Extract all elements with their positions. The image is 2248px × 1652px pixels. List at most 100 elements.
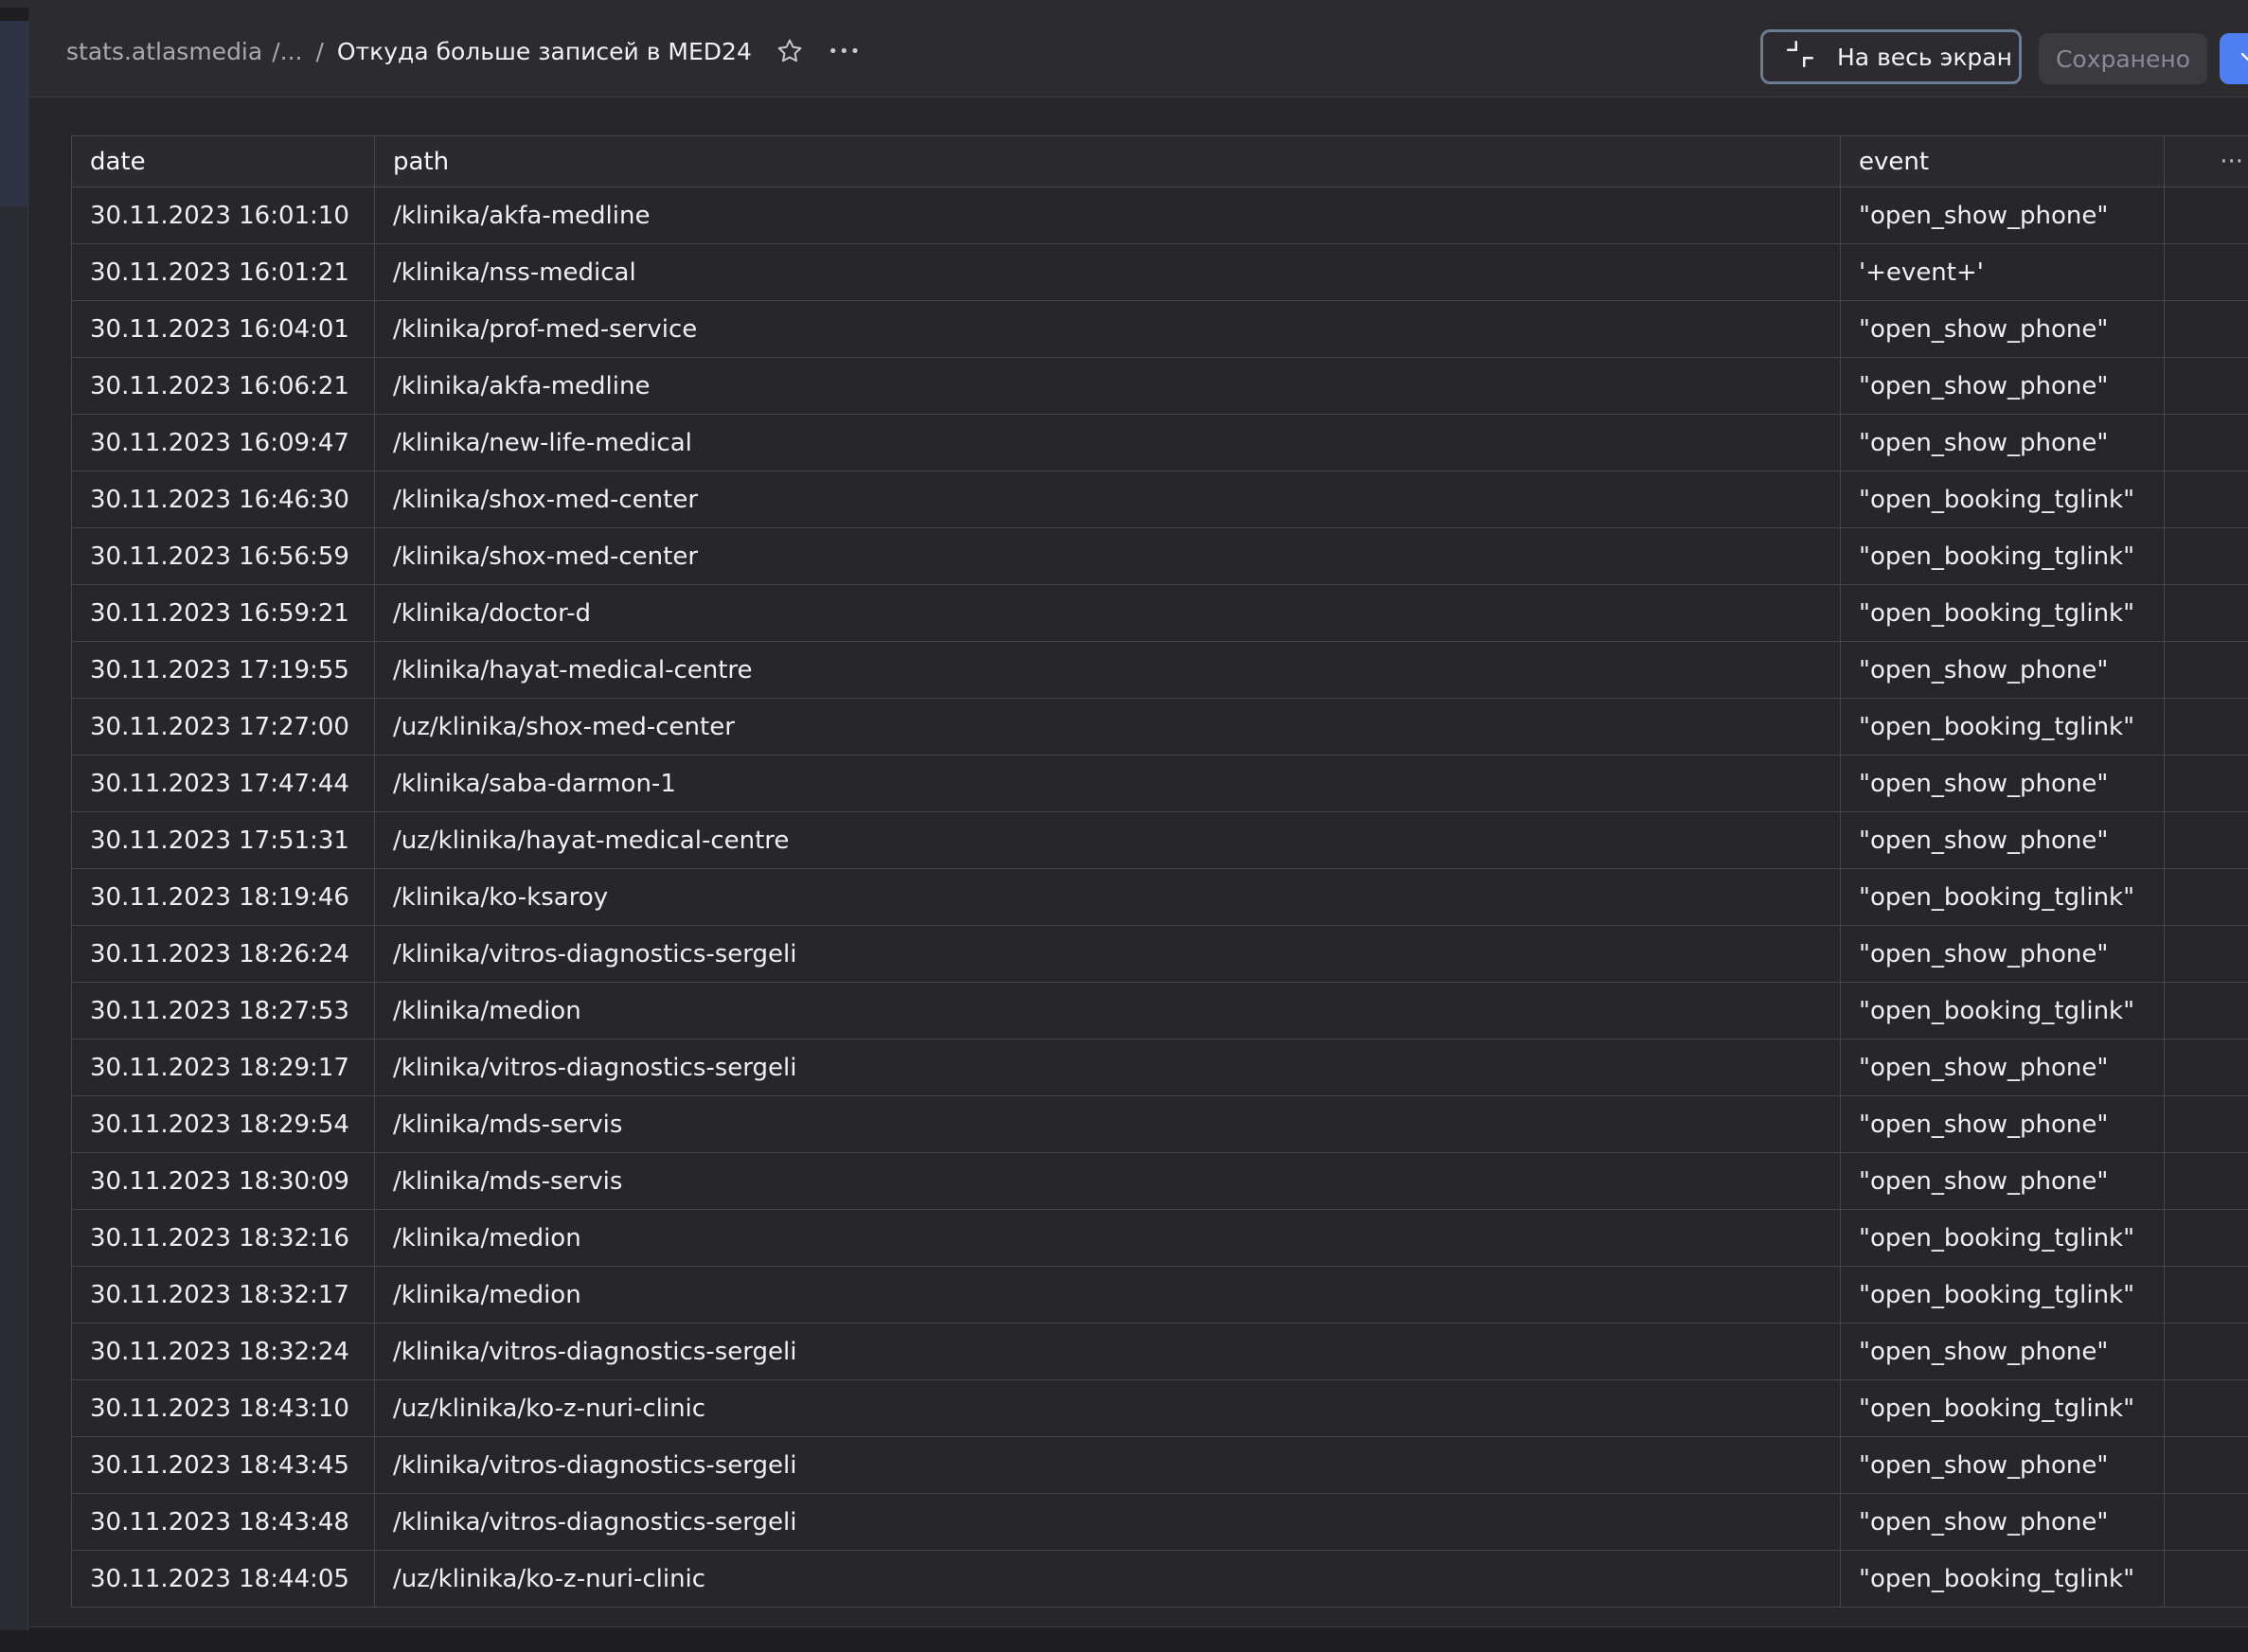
cell-path: /uz/klinika/ko-z-nuri-clinic: [375, 1380, 1841, 1437]
cell-date: 30.11.2023 18:29:17: [72, 1039, 375, 1096]
cell-empty: [2165, 1039, 2248, 1096]
star-icon[interactable]: [773, 34, 807, 68]
cell-event: "open_booking_tglink": [1841, 528, 2165, 585]
table-row[interactable]: 30.11.2023 16:04:01/klinika/prof-med-ser…: [72, 301, 2248, 358]
cell-date: 30.11.2023 18:32:16: [72, 1210, 375, 1267]
cell-event: "open_show_phone": [1841, 1494, 2165, 1551]
page-title: Откуда больше записей в MED24: [337, 38, 752, 65]
cell-path: /klinika/shox-med-center: [375, 471, 1841, 528]
cell-path: /klinika/medion: [375, 1267, 1841, 1323]
cell-path: /uz/klinika/ko-z-nuri-clinic: [375, 1551, 1841, 1608]
save-options-button[interactable]: [2220, 33, 2248, 84]
breadcrumb-root[interactable]: stats.atlasmedia: [66, 38, 262, 65]
cell-date: 30.11.2023 18:43:48: [72, 1494, 375, 1551]
cell-empty: [2165, 699, 2248, 755]
cell-path: /klinika/ko-ksaroy: [375, 869, 1841, 926]
cell-date: 30.11.2023 16:56:59: [72, 528, 375, 585]
column-header-path[interactable]: path: [375, 136, 1841, 187]
data-table: date path event ··· 30.11.2023 16:01:10/…: [71, 135, 2248, 1608]
cell-event: "open_booking_tglink": [1841, 1551, 2165, 1608]
cell-date: 30.11.2023 16:01:10: [72, 187, 375, 244]
cell-empty: [2165, 926, 2248, 983]
breadcrumb-ellipsis[interactable]: /...: [272, 38, 302, 65]
cell-path: /klinika/vitros-diagnostics-sergeli: [375, 926, 1841, 983]
cell-empty: [2165, 1210, 2248, 1267]
table-row[interactable]: 30.11.2023 18:26:24/klinika/vitros-diagn…: [72, 926, 2248, 983]
column-header-date[interactable]: date: [72, 136, 375, 187]
fullscreen-button[interactable]: На весь экран: [1760, 29, 2022, 84]
minimize-icon: [1784, 38, 1816, 76]
table-row[interactable]: 30.11.2023 18:29:17/klinika/vitros-diagn…: [72, 1039, 2248, 1096]
table-header-row: date path event ···: [72, 136, 2248, 187]
cell-date: 30.11.2023 17:47:44: [72, 755, 375, 812]
cell-event: "open_show_phone": [1841, 301, 2165, 358]
table-row[interactable]: 30.11.2023 16:09:47/klinika/new-life-med…: [72, 415, 2248, 471]
cell-path: /klinika/mds-servis: [375, 1096, 1841, 1153]
column-header-event[interactable]: event: [1841, 136, 2165, 187]
breadcrumb: stats.atlasmedia /... / Откуда больше за…: [66, 34, 862, 68]
cell-path: /klinika/vitros-diagnostics-sergeli: [375, 1494, 1841, 1551]
cell-date: 30.11.2023 18:30:09: [72, 1153, 375, 1210]
table-row[interactable]: 30.11.2023 18:32:16/klinika/medion"open_…: [72, 1210, 2248, 1267]
table-row[interactable]: 30.11.2023 16:01:21/klinika/nss-medical'…: [72, 244, 2248, 301]
table-row[interactable]: 30.11.2023 17:51:31/uz/klinika/hayat-med…: [72, 812, 2248, 869]
table-row[interactable]: 30.11.2023 16:59:21/klinika/doctor-d"ope…: [72, 585, 2248, 642]
cell-empty: [2165, 187, 2248, 244]
table-row[interactable]: 30.11.2023 18:43:10/uz/klinika/ko-z-nuri…: [72, 1380, 2248, 1437]
table-row[interactable]: 30.11.2023 16:01:10/klinika/akfa-medline…: [72, 187, 2248, 244]
cell-path: /klinika/new-life-medical: [375, 415, 1841, 471]
table-row[interactable]: 30.11.2023 18:32:24/klinika/vitros-diagn…: [72, 1323, 2248, 1380]
cell-date: 30.11.2023 18:43:10: [72, 1380, 375, 1437]
cell-empty: [2165, 1153, 2248, 1210]
more-icon[interactable]: •••: [828, 34, 862, 68]
cell-event: "open_booking_tglink": [1841, 585, 2165, 642]
table-row[interactable]: 30.11.2023 18:44:05/uz/klinika/ko-z-nuri…: [72, 1551, 2248, 1608]
saved-button[interactable]: Сохранено: [2039, 33, 2207, 84]
chevron-down-icon: [2237, 45, 2248, 72]
cell-path: /klinika/akfa-medline: [375, 358, 1841, 415]
cell-event: "open_show_phone": [1841, 642, 2165, 699]
table-row[interactable]: 30.11.2023 17:19:55/klinika/hayat-medica…: [72, 642, 2248, 699]
table-row[interactable]: 30.11.2023 16:06:21/klinika/akfa-medline…: [72, 358, 2248, 415]
cell-path: /klinika/hayat-medical-centre: [375, 642, 1841, 699]
bottom-edge: [28, 1626, 2248, 1652]
cell-event: "open_show_phone": [1841, 812, 2165, 869]
table-row[interactable]: 30.11.2023 18:32:17/klinika/medion"open_…: [72, 1267, 2248, 1323]
table-row[interactable]: 30.11.2023 17:27:00/uz/klinika/shox-med-…: [72, 699, 2248, 755]
cell-empty: [2165, 1494, 2248, 1551]
cell-empty: [2165, 528, 2248, 585]
table-row[interactable]: 30.11.2023 18:43:45/klinika/vitros-diagn…: [72, 1437, 2248, 1494]
cell-path: /klinika/vitros-diagnostics-sergeli: [375, 1437, 1841, 1494]
cell-event: "open_show_phone": [1841, 1323, 2165, 1380]
cell-empty: [2165, 983, 2248, 1039]
cell-date: 30.11.2023 16:04:01: [72, 301, 375, 358]
cell-event: "open_booking_tglink": [1841, 1210, 2165, 1267]
cell-empty: [2165, 244, 2248, 301]
cell-empty: [2165, 301, 2248, 358]
table-more-icon[interactable]: ···: [2165, 136, 2248, 187]
cell-date: 30.11.2023 18:26:24: [72, 926, 375, 983]
cell-empty: [2165, 1380, 2248, 1437]
table-row[interactable]: 30.11.2023 18:19:46/klinika/ko-ksaroy"op…: [72, 869, 2248, 926]
table-row[interactable]: 30.11.2023 17:47:44/klinika/saba-darmon-…: [72, 755, 2248, 812]
table-row[interactable]: 30.11.2023 18:43:48/klinika/vitros-diagn…: [72, 1494, 2248, 1551]
cell-event: "open_show_phone": [1841, 926, 2165, 983]
cell-path: /klinika/medion: [375, 983, 1841, 1039]
fullscreen-label: На весь экран: [1837, 44, 2012, 71]
cell-empty: [2165, 585, 2248, 642]
table-row[interactable]: 30.11.2023 18:30:09/klinika/mds-servis"o…: [72, 1153, 2248, 1210]
cell-date: 30.11.2023 16:46:30: [72, 471, 375, 528]
cell-empty: [2165, 358, 2248, 415]
cell-event: "open_show_phone": [1841, 1437, 2165, 1494]
cell-path: /uz/klinika/shox-med-center: [375, 699, 1841, 755]
table-row[interactable]: 30.11.2023 16:56:59/klinika/shox-med-cen…: [72, 528, 2248, 585]
table-row[interactable]: 30.11.2023 16:46:30/klinika/shox-med-cen…: [72, 471, 2248, 528]
cell-event: "open_booking_tglink": [1841, 1267, 2165, 1323]
cell-event: "open_show_phone": [1841, 415, 2165, 471]
table-row[interactable]: 30.11.2023 18:27:53/klinika/medion"open_…: [72, 983, 2248, 1039]
cell-event: "open_booking_tglink": [1841, 699, 2165, 755]
cell-date: 30.11.2023 18:27:53: [72, 983, 375, 1039]
cell-path: /klinika/shox-med-center: [375, 528, 1841, 585]
cell-empty: [2165, 642, 2248, 699]
table-row[interactable]: 30.11.2023 18:29:54/klinika/mds-servis"o…: [72, 1096, 2248, 1153]
